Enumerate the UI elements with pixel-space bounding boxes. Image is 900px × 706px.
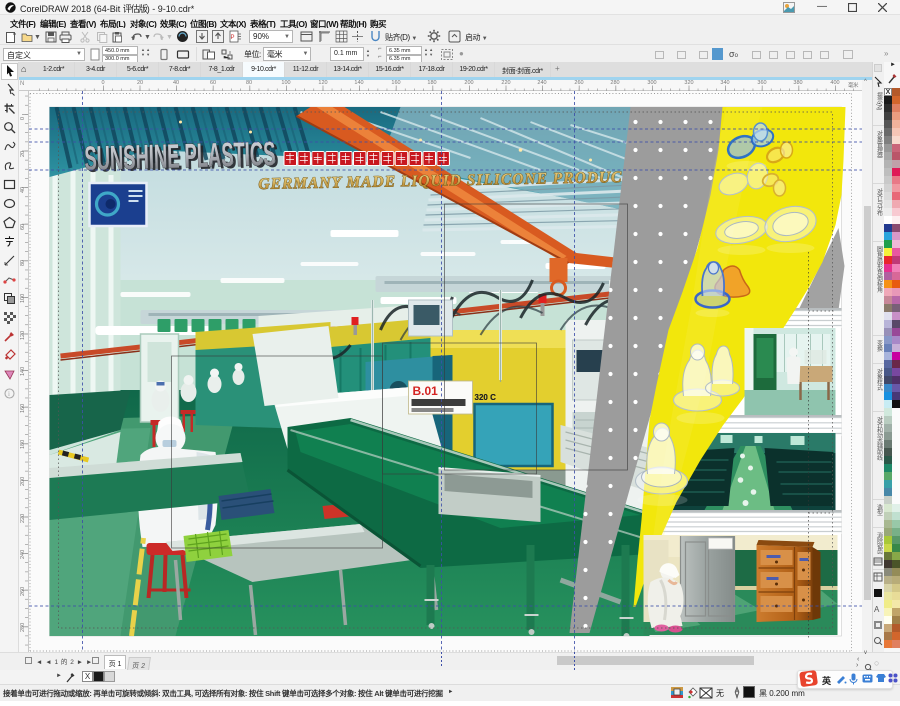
svg-text:P: P [231,35,235,41]
svg-text:A: A [874,605,880,614]
svg-text:B.01: B.01 [412,384,438,398]
svg-text:SUNSHINE PLASTICS: SUNSHINE PLASTICS [83,135,275,178]
svg-text:320 C: 320 C [474,393,496,402]
svg-text:i: i [8,390,10,398]
